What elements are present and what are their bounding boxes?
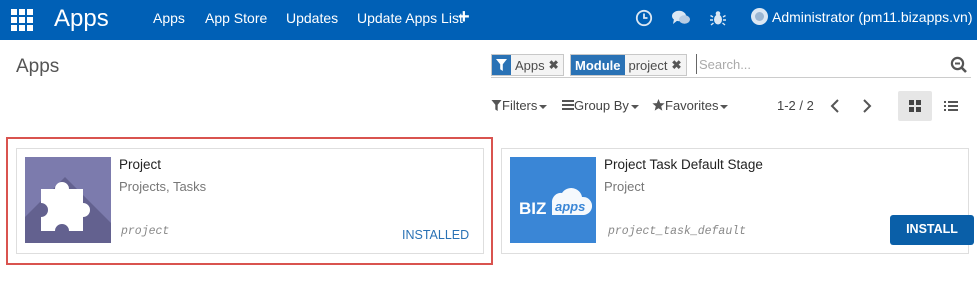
star-icon [652, 99, 665, 111]
module-facet-label: Module [571, 55, 625, 75]
search-view: Apps ✖ Module project ✖ [491, 53, 971, 78]
filter-icon [491, 100, 502, 111]
clock-icon[interactable] [635, 9, 653, 27]
menu-apps[interactable]: Apps [153, 0, 185, 40]
caret-down-icon [720, 104, 729, 109]
card-subtitle: Projects, Tasks [119, 179, 207, 194]
search-icon[interactable] [950, 56, 968, 74]
module-facet-value-wrap: project ✖ [624, 55, 686, 75]
apps-grid-icon[interactable] [11, 9, 33, 31]
puzzle-icon [25, 157, 111, 243]
app-card-project[interactable]: Project Projects, Tasks project INSTALLE… [16, 148, 484, 254]
install-button[interactable]: INSTALL [890, 215, 974, 245]
list-icon [562, 100, 574, 110]
bizapps-logo-icon: BIZ apps [510, 157, 596, 243]
card-title: Project Task Default Stage [604, 157, 763, 172]
filter-facet-value: Apps [515, 57, 545, 73]
filter-icon [496, 59, 507, 71]
user-name: Administrator (pm11.bizapps.vn) [772, 9, 973, 25]
card-technical-name: project_task_default [608, 225, 747, 238]
module-facet-value: project [628, 57, 668, 73]
filters-label: Filters [502, 98, 538, 113]
filters-dropdown[interactable]: Filters [491, 98, 548, 113]
group-by-label: Group By [574, 98, 629, 113]
caret-down-icon [539, 104, 548, 109]
search-facet-filter: Apps ✖ [491, 54, 564, 76]
kanban-icon [909, 100, 921, 112]
group-by-dropdown[interactable]: Group By [562, 98, 639, 113]
menu-update-apps-list[interactable]: Update Apps List [357, 0, 463, 40]
avatar [751, 7, 768, 25]
list-view-button[interactable] [934, 91, 968, 121]
remove-filter-facet-icon[interactable]: ✖ [549, 58, 559, 72]
app-card-project-task-default-stage[interactable]: BIZ apps Project Task Default Stage Proj… [501, 148, 974, 254]
menu-app-store[interactable]: App Store [205, 0, 267, 40]
top-navbar: Apps Apps App Store Updates Update Apps … [0, 0, 977, 40]
remove-module-facet-icon[interactable]: ✖ [672, 58, 682, 72]
favorites-dropdown[interactable]: Favorites [652, 98, 729, 113]
list-view-icon [944, 101, 958, 111]
caret-down-icon [630, 104, 639, 109]
chevron-right-icon[interactable] [858, 97, 874, 115]
card-subtitle: Project [604, 179, 645, 194]
search-input[interactable] [696, 54, 941, 74]
breadcrumb: Apps [16, 56, 60, 77]
kanban-view-button[interactable] [898, 91, 932, 121]
chat-icon[interactable] [671, 9, 691, 27]
svg-text:apps: apps [555, 199, 585, 214]
pager-value: 1-2 / 2 [777, 98, 814, 113]
installed-status[interactable]: INSTALLED [402, 228, 469, 242]
bug-icon[interactable] [709, 9, 727, 27]
filter-facet-label [492, 55, 511, 75]
svg-text:BIZ: BIZ [519, 199, 546, 218]
quick-create-button[interactable]: + [458, 0, 470, 34]
user-menu[interactable]: Administrator (pm11.bizapps.vn) [751, 0, 972, 36]
card-technical-name: project [121, 225, 170, 238]
favorites-label: Favorites [665, 98, 719, 113]
filter-facet-value-wrap: Apps ✖ [511, 55, 563, 75]
menu-updates[interactable]: Updates [286, 0, 338, 40]
chevron-left-icon[interactable] [828, 97, 844, 115]
search-facet-module: Module project ✖ [570, 54, 687, 76]
card-title: Project [119, 157, 162, 172]
app-brand: Apps [54, 5, 109, 32]
